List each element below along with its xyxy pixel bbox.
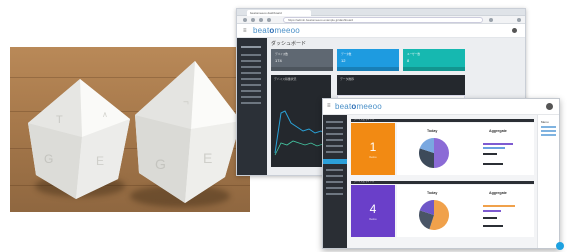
stat-card-label: データ数 — [341, 53, 352, 56]
device-count-caption: Device — [369, 218, 377, 221]
right-nav-title: Menu — [541, 120, 549, 124]
aggregate-label: Aggregate — [489, 191, 507, 195]
svg-text:¬: ¬ — [183, 97, 189, 108]
reload-icon[interactable] — [259, 18, 263, 22]
device-count-card[interactable]: 1 Device — [351, 123, 395, 175]
stat-card-devices[interactable]: デバイス数 174 — [271, 49, 333, 71]
svg-text:G: G — [155, 156, 166, 172]
brand-logo[interactable]: beatomeeoo — [253, 26, 300, 35]
avatar[interactable] — [546, 103, 553, 110]
today-label: Today — [427, 191, 438, 195]
device-count-caption: Device — [369, 156, 377, 159]
app-header: ≡ beatomeeoo — [323, 99, 559, 115]
home-icon[interactable] — [267, 18, 271, 22]
help-button[interactable] — [556, 242, 564, 250]
stats-panel: Today Aggregate — [397, 185, 534, 237]
composite-image: T G E ∧ ¬ G E beatomeeoo dashboard https… — [0, 0, 568, 252]
stats-panel: Today Aggregate — [397, 123, 534, 175]
hamburger-icon[interactable]: ≡ — [327, 103, 331, 109]
right-nav-link[interactable] — [541, 126, 556, 128]
back-icon[interactable] — [243, 18, 247, 22]
menu-icon[interactable] — [517, 18, 521, 22]
url-input[interactable]: https://admin.beatomeeoo.example.jp/dash… — [283, 17, 483, 23]
user-icon[interactable] — [512, 28, 517, 33]
right-nav: Menu — [537, 115, 559, 248]
browser-tab-bar: beatomeeoo dashboard — [237, 9, 525, 16]
sidebar — [323, 115, 347, 248]
star-icon[interactable] — [489, 18, 493, 22]
sidebar-item-active[interactable] — [323, 159, 347, 164]
svg-text:G: G — [44, 152, 53, 166]
svg-text:E: E — [96, 154, 104, 168]
dice-photo: T G E ∧ ¬ G E — [10, 47, 250, 212]
hamburger-icon[interactable]: ≡ — [243, 28, 247, 34]
aggregate-label: Aggregate — [489, 129, 507, 133]
brand-logo[interactable]: beatomeeoo — [335, 102, 382, 111]
right-nav-link[interactable] — [541, 134, 556, 136]
page-title: ダッシュボード — [271, 41, 307, 47]
app-header: ≡ beatomeeoo — [237, 24, 525, 38]
today-label: Today — [427, 129, 438, 133]
section-header: デバイス名 タイトル — [351, 119, 534, 122]
device-count: 4 — [369, 202, 377, 216]
panel-title: デバイス稼働状況 — [274, 77, 297, 81]
device-count-card[interactable]: 4 Device — [351, 185, 395, 237]
section-header: デバイス名 タイトル — [351, 181, 534, 184]
dashboard-content: デバイス名 タイトル 1 Device Today Aggregate デバイス… — [347, 115, 537, 248]
pie-slice — [434, 138, 449, 168]
pie-chart — [419, 138, 449, 168]
svg-text:∧: ∧ — [102, 110, 108, 119]
white-die-right: ¬ G E — [135, 61, 241, 203]
white-die-left: T G E ∧ — [28, 79, 130, 199]
pie-chart — [419, 200, 449, 230]
dashboard-window: ≡ beatomeeoo デバイス名 タイトル 1 Device Today A… — [322, 98, 560, 249]
stat-card-value: 174 — [275, 58, 282, 63]
stat-card-label: ユーザー数 — [407, 53, 420, 56]
forward-icon[interactable] — [251, 18, 255, 22]
svg-text:E: E — [203, 150, 212, 166]
stat-card-value: 8 — [407, 58, 410, 63]
device-count: 1 — [369, 140, 377, 154]
browser-address-bar: https://admin.beatomeeoo.example.jp/dash… — [237, 16, 525, 24]
sidebar — [237, 38, 267, 175]
svg-text:T: T — [56, 114, 63, 126]
panel-title: データ推移 — [340, 77, 354, 81]
data-trend-panel: データ推移 — [337, 75, 465, 95]
stat-card-label: デバイス数 — [275, 53, 288, 56]
stat-card-data[interactable]: データ数 12 — [337, 49, 399, 71]
stat-card-value: 12 — [341, 58, 346, 63]
stat-card-users[interactable]: ユーザー数 8 — [403, 49, 465, 71]
right-nav-link[interactable] — [541, 130, 556, 132]
